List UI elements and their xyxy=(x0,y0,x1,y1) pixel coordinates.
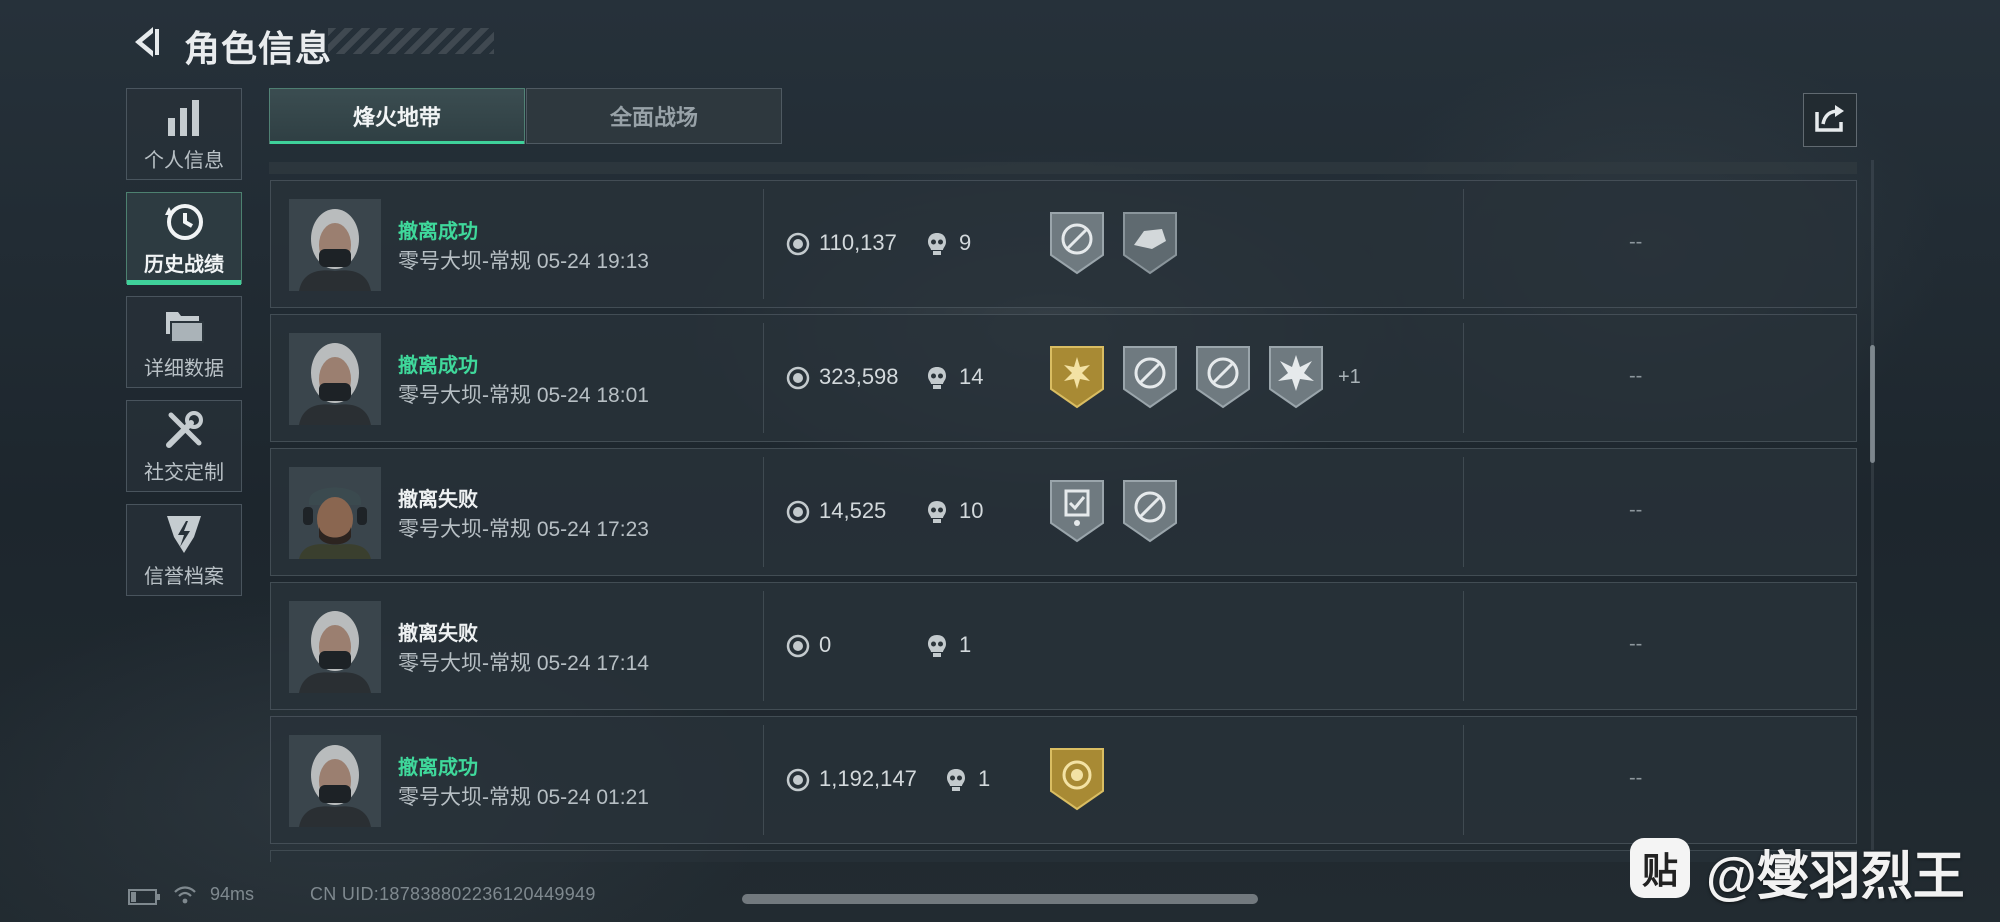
result-placeholder: -- xyxy=(1629,767,1643,789)
target-badge-icon xyxy=(1196,346,1250,409)
sidebar-item-label: 详细数据 xyxy=(144,357,224,380)
back-arrow-icon[interactable] xyxy=(124,22,164,62)
divider xyxy=(1463,457,1464,567)
kill-count: 1 xyxy=(978,766,991,791)
explosion-badge-icon xyxy=(1269,346,1323,409)
sidebar-item-credit-record[interactable]: 信誉档案 xyxy=(126,504,242,596)
result-placeholder: -- xyxy=(1629,633,1643,655)
divider xyxy=(763,591,764,701)
sidebar-item-label: 信誉档案 xyxy=(144,565,224,588)
operator-portrait-masked xyxy=(289,333,381,425)
map-and-time: 零号大坝-常规 05-24 19:13 xyxy=(398,250,649,273)
divider xyxy=(1463,591,1464,701)
clipboard-badge-icon xyxy=(1050,480,1104,543)
divider xyxy=(1463,323,1464,433)
sidebar-item-social-customize[interactable]: 社交定制 xyxy=(126,400,242,492)
target-badge-icon xyxy=(1123,346,1177,409)
tools-icon xyxy=(162,408,206,452)
title-decoration xyxy=(328,28,494,54)
map-and-time: 零号大坝-常规 05-24 17:23 xyxy=(398,518,649,541)
match-row[interactable]: 撤离成功 零号大坝-常规 05-24 19:13 110,137 9 -- xyxy=(270,180,1857,308)
scrollbar[interactable] xyxy=(1870,345,1875,463)
divider xyxy=(763,457,764,567)
match-row[interactable]: 撤离失败 零号大坝-常规 05-24 17:14 0 1 -- xyxy=(270,582,1857,710)
coin-icon xyxy=(786,500,810,524)
divider xyxy=(763,189,764,299)
folder-stack-icon xyxy=(162,304,206,348)
sidebar-item-label: 历史战绩 xyxy=(144,253,224,276)
vehicle-badge-icon xyxy=(1123,212,1177,275)
map-and-time: 零号大坝-常规 05-24 18:01 xyxy=(398,384,649,407)
map-and-time: 零号大坝-常规 05-24 01:21 xyxy=(398,786,649,809)
sidebar-item-personal-info[interactable]: 个人信息 xyxy=(126,88,242,180)
user-uid: CN UID:187838802236120449949 xyxy=(310,884,596,904)
scroll-track xyxy=(1871,160,1874,850)
divider xyxy=(1463,189,1464,299)
operator-portrait-headset xyxy=(289,467,381,559)
home-indicator[interactable] xyxy=(742,894,1258,904)
tab-hazard-zone[interactable]: 烽火地带 xyxy=(269,88,525,144)
skull-icon xyxy=(928,367,946,389)
sidebar-item-detailed-data[interactable]: 详细数据 xyxy=(126,296,242,388)
asset-value: 0 xyxy=(819,632,832,657)
match-row[interactable]: 撤离失败 零号大坝-常规 05-24 17:23 14,525 10 -- xyxy=(270,448,1857,576)
sidebar-item-label: 个人信息 xyxy=(144,149,224,172)
tab-full-battlefield[interactable]: 全面战场 xyxy=(526,88,782,144)
operator-portrait-masked xyxy=(289,601,381,693)
operator-portrait-masked xyxy=(289,735,381,827)
match-row[interactable]: 撤离成功 零号大坝-常规 05-24 18:01 323,598 14 +1 -… xyxy=(270,314,1857,442)
gold-burst-badge-icon xyxy=(1050,346,1104,409)
sidebar-item-label: 社交定制 xyxy=(144,461,224,484)
sidebar-item-match-history[interactable]: 历史战绩 xyxy=(126,192,242,285)
page-title: 角色信息 xyxy=(184,28,333,69)
result-placeholder: -- xyxy=(1629,231,1643,253)
extraction-status: 撤离失败 xyxy=(398,623,478,645)
divider xyxy=(1463,725,1464,835)
match-row[interactable]: 撤离成功 零号大坝-常规 05-24 01:21 1,192,147 1 -- xyxy=(270,716,1857,844)
result-placeholder: -- xyxy=(1629,499,1643,521)
bar-chart-icon xyxy=(162,96,206,140)
asset-value: 110,137 xyxy=(819,230,897,255)
share-button[interactable] xyxy=(1803,93,1857,147)
kill-count: 10 xyxy=(959,498,984,523)
skull-icon xyxy=(928,501,946,523)
result-placeholder: -- xyxy=(1629,365,1643,387)
skull-icon xyxy=(928,233,946,255)
watermark-text: @燮羽烈王 xyxy=(1706,848,1965,906)
coin-icon xyxy=(786,768,810,792)
kill-count: 1 xyxy=(959,632,972,657)
coin-icon xyxy=(786,232,810,256)
skull-icon xyxy=(947,769,965,791)
kill-count: 9 xyxy=(959,230,972,255)
map-and-time: 零号大坝-常规 05-24 17:14 xyxy=(398,652,649,675)
share-icon xyxy=(1813,102,1847,139)
asset-value: 1,192,147 xyxy=(819,766,917,791)
target-badge-icon xyxy=(1123,480,1177,543)
divider xyxy=(763,323,764,433)
list-top-edge xyxy=(269,162,1857,174)
credit-shield-icon xyxy=(162,512,206,556)
target-badge-icon xyxy=(1050,212,1104,275)
extraction-status: 撤离成功 xyxy=(398,757,478,779)
more-badges-count: +1 xyxy=(1338,366,1361,388)
extraction-status: 撤离成功 xyxy=(398,355,478,377)
extraction-status: 撤离成功 xyxy=(398,221,478,243)
history-clock-icon xyxy=(162,200,206,244)
next-row-edge xyxy=(270,850,1857,862)
coin-icon xyxy=(786,366,810,390)
asset-value: 14,525 xyxy=(819,498,887,523)
divider xyxy=(763,725,764,835)
watermark-logo: 贴 xyxy=(1630,838,1690,898)
kill-count: 14 xyxy=(959,364,984,389)
battery-icon xyxy=(128,889,160,905)
gold-coin-badge-icon xyxy=(1050,748,1104,811)
extraction-status: 撤离失败 xyxy=(398,489,478,511)
operator-portrait-masked xyxy=(289,199,381,291)
network-ping: 94ms xyxy=(210,884,255,904)
coin-icon xyxy=(786,634,810,658)
asset-value: 323,598 xyxy=(819,364,899,389)
skull-icon xyxy=(928,635,946,657)
wifi-icon xyxy=(174,886,196,904)
